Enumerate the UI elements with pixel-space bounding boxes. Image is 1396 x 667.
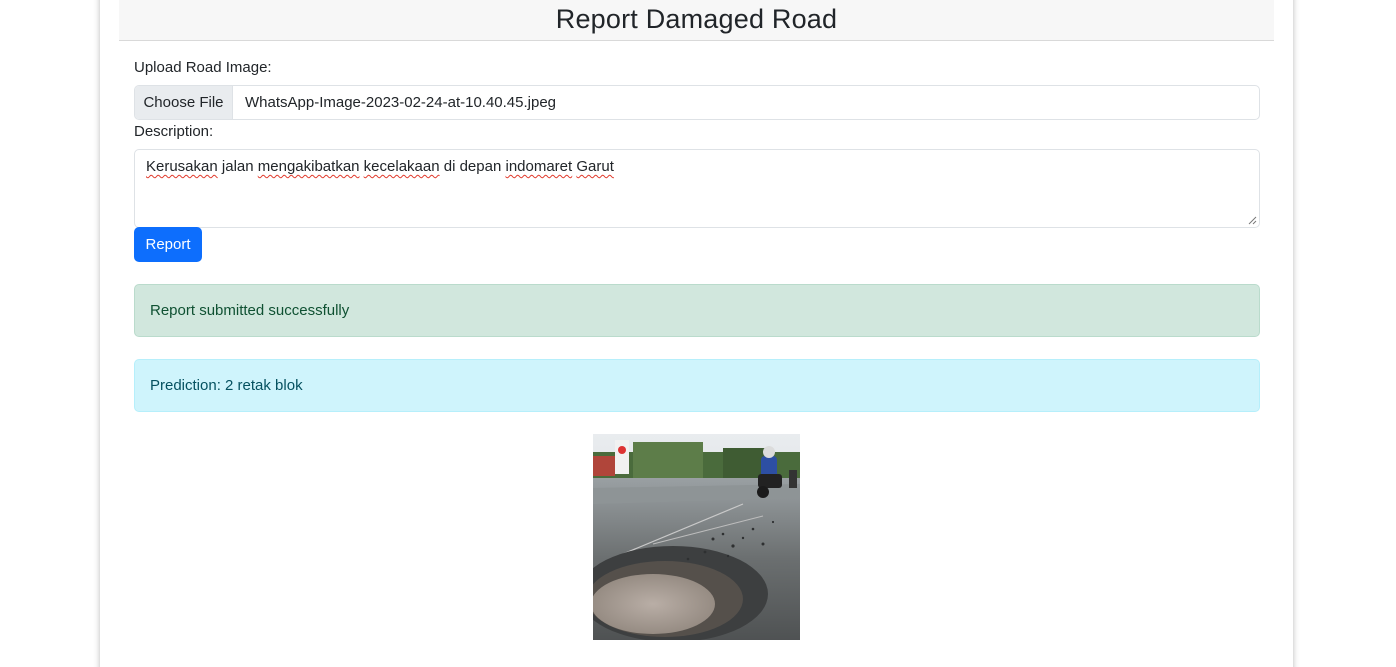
description-word: mengakibatkan <box>257 158 360 175</box>
description-textarea[interactable]: Kerusakan jalan mengakibatkan kecelakaan… <box>134 149 1260 228</box>
description-word: kecelakaan <box>363 158 440 175</box>
description-label: Description: <box>134 123 214 140</box>
description-word: indomaret <box>505 158 573 175</box>
prediction-message: Prediction: 2 retak blok <box>150 377 303 394</box>
report-button[interactable]: Report <box>134 227 202 262</box>
damaged-road-image <box>593 434 800 640</box>
prediction-alert: Prediction: 2 retak blok <box>134 359 1260 412</box>
selected-file-name: WhatsApp-Image-2023-02-24-at-10.40.45.jp… <box>245 94 557 111</box>
road-image-file-input[interactable]: Choose File WhatsApp-Image-2023-02-24-at… <box>134 85 1260 120</box>
description-word: di <box>443 158 456 175</box>
upload-image-label: Upload Road Image: <box>134 59 272 76</box>
card-header: Report Damaged Road <box>119 0 1274 41</box>
description-word: Garut <box>576 158 614 175</box>
report-card: Report Damaged Road Upload Road Image: C… <box>100 0 1293 667</box>
resize-handle-icon[interactable] <box>1248 216 1257 225</box>
description-word: depan <box>459 158 502 175</box>
description-word: jalan <box>221 158 254 175</box>
success-message: Report submitted successfully <box>150 302 350 319</box>
choose-file-button[interactable]: Choose File <box>135 86 233 119</box>
page-title: Report Damaged Road <box>555 4 838 34</box>
success-alert: Report submitted successfully <box>134 284 1260 337</box>
description-word: Kerusakan <box>146 158 218 175</box>
